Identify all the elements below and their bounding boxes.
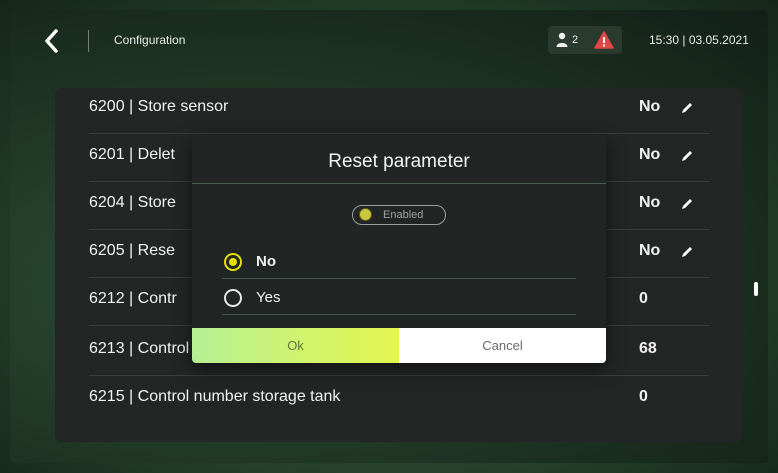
reset-parameter-dialog: Reset parameter Enabled No Yes Ok Cancel — [192, 135, 606, 363]
row-label: 6215 | Control number storage tank — [89, 388, 341, 405]
dialog-divider — [192, 183, 606, 184]
radio-selected-icon[interactable] — [224, 253, 242, 271]
page-title: Configuration — [114, 33, 186, 47]
row-label: 6212 | Contr — [89, 290, 177, 307]
option-label: No — [256, 253, 276, 270]
row-label: 6200 | Store sensor — [89, 98, 229, 115]
back-button[interactable] — [42, 28, 62, 54]
option-label: Yes — [256, 289, 281, 306]
ok-button[interactable]: Ok — [192, 328, 399, 363]
row-value: No — [639, 242, 661, 259]
toggle-label: Enabled — [383, 209, 424, 221]
row-value: 68 — [639, 340, 657, 357]
row-label: 6201 | Delet — [89, 146, 175, 163]
enabled-toggle[interactable]: Enabled — [352, 205, 446, 225]
pencil-icon[interactable] — [679, 196, 695, 212]
scrollbar[interactable] — [754, 88, 758, 442]
row-value: 0 — [639, 290, 648, 307]
user-count: 2 — [572, 34, 579, 46]
header-divider — [88, 30, 89, 52]
row-label: 6204 | Store — [89, 194, 176, 211]
device-screen: Configuration 2 15:30 | 03.05.2021 6200 … — [10, 10, 768, 463]
option-divider — [222, 314, 576, 315]
row-value: No — [639, 194, 661, 211]
list-item[interactable]: 6200 | Store sensor No — [89, 88, 709, 134]
pencil-icon[interactable] — [679, 244, 695, 260]
status-badges[interactable]: 2 — [548, 26, 622, 54]
toggle-knob — [359, 208, 372, 221]
scrollbar-thumb[interactable] — [754, 282, 758, 296]
top-bar: Configuration 2 15:30 | 03.05.2021 — [10, 10, 768, 72]
list-item[interactable]: 6215 | Control number storage tank 0 — [89, 376, 709, 423]
dialog-title: Reset parameter — [328, 151, 470, 172]
pencil-icon[interactable] — [679, 148, 695, 164]
radio-unselected-icon[interactable] — [224, 289, 242, 307]
row-value: No — [639, 98, 661, 115]
option-no[interactable]: No — [222, 245, 576, 279]
row-value: No — [639, 146, 661, 163]
option-divider — [222, 278, 576, 279]
cancel-button[interactable]: Cancel — [399, 328, 606, 363]
row-value: 0 — [639, 388, 648, 405]
datetime: 15:30 | 03.05.2021 — [649, 33, 749, 47]
warning-icon[interactable] — [594, 31, 614, 49]
row-label: 6205 | Rese — [89, 242, 175, 259]
chevron-left-icon — [45, 29, 58, 53]
option-yes[interactable]: Yes — [222, 281, 576, 315]
pencil-icon[interactable] — [679, 100, 695, 116]
